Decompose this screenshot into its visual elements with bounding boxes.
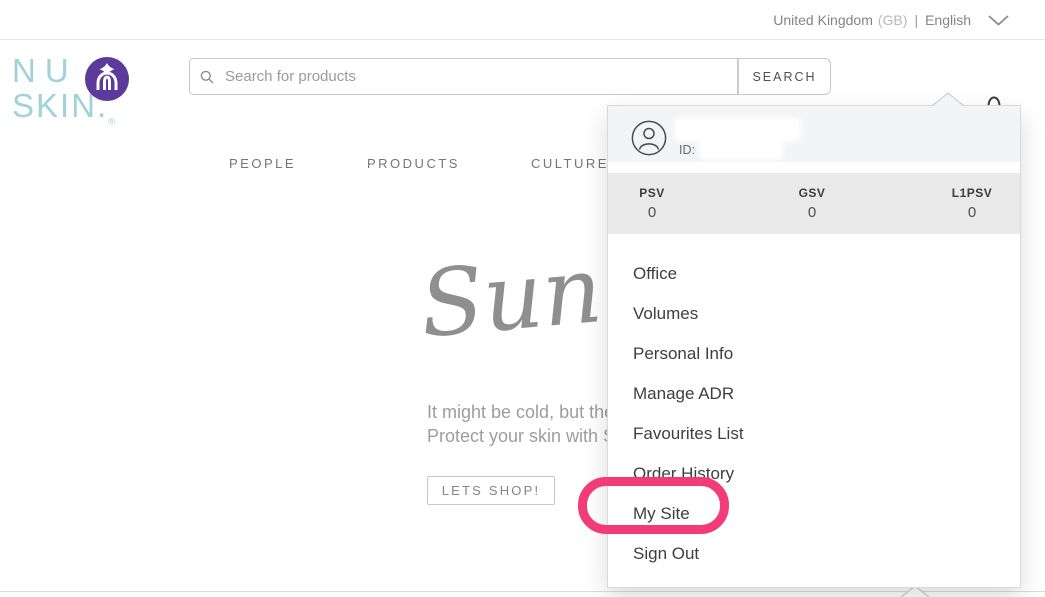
hero-description: It might be cold, but the Protect your s… <box>427 400 615 448</box>
stat-value: 0 <box>630 204 674 221</box>
search-button[interactable]: SEARCH <box>738 58 831 95</box>
dropdown-caret-icon <box>931 92 965 106</box>
account-stats: PSV 0 GSV 0 L1PSV 0 <box>608 173 1020 234</box>
account-user-section: ID: <box>608 106 1020 162</box>
nav-item-people[interactable]: PEOPLE <box>229 156 296 171</box>
account-dropdown: ID: PSV 0 GSV 0 L1PSV 0 Office Volumes P… <box>607 105 1021 588</box>
stat-gsv: GSV 0 <box>790 186 834 234</box>
hero-description-line1: It might be cold, but the <box>427 400 615 424</box>
locale-selector[interactable]: United Kingdom (GB) | English <box>773 0 1009 40</box>
stat-value: 0 <box>950 204 994 221</box>
search-input[interactable] <box>223 67 727 86</box>
nuskin-emblem-icon <box>85 57 129 101</box>
hero-description-line2: Protect your skin with S <box>427 424 615 448</box>
chevron-down-icon <box>988 15 1009 26</box>
stat-value: 0 <box>790 204 834 221</box>
menu-item-personal-info[interactable]: Personal Info <box>608 334 1020 374</box>
redacted-user-name <box>677 120 798 139</box>
avatar-icon <box>631 120 667 156</box>
search-icon <box>200 70 214 84</box>
stat-label: L1PSV <box>950 186 994 200</box>
locale-bar: United Kingdom (GB) | English <box>0 0 1045 40</box>
nav-item-products[interactable]: PRODUCTS <box>367 156 460 171</box>
user-id-label: ID: <box>679 143 695 157</box>
menu-item-manage-adr[interactable]: Manage ADR <box>608 374 1020 414</box>
nav-item-culture[interactable]: CULTURE <box>531 156 609 171</box>
locale-language: English <box>925 12 971 28</box>
menu-item-favourites-list[interactable]: Favourites List <box>608 414 1020 454</box>
locale-divider: | <box>914 12 918 28</box>
lets-shop-button[interactable]: LETS SHOP! <box>427 476 555 505</box>
redacted-user-id <box>702 141 780 157</box>
page: United Kingdom (GB) | English NU SKIN.® <box>0 0 1045 597</box>
locale-country: United Kingdom <box>773 12 873 28</box>
menu-item-order-history[interactable]: Order History <box>608 454 1020 494</box>
stat-psv: PSV 0 <box>630 186 674 234</box>
stat-l1psv: L1PSV 0 <box>950 186 994 234</box>
section-divider <box>0 591 1045 592</box>
menu-item-volumes[interactable]: Volumes <box>608 294 1020 334</box>
stat-label: GSV <box>790 186 834 200</box>
search-box <box>189 58 738 95</box>
menu-item-my-site[interactable]: My Site <box>608 494 1020 534</box>
logo-trademark: ® <box>108 117 115 127</box>
menu-item-office[interactable]: Office <box>608 254 1020 294</box>
search-form: SEARCH <box>189 58 831 95</box>
menu-item-sign-out[interactable]: Sign Out <box>608 534 1020 574</box>
locale-country-code: (GB) <box>878 12 908 28</box>
stat-label: PSV <box>630 186 674 200</box>
